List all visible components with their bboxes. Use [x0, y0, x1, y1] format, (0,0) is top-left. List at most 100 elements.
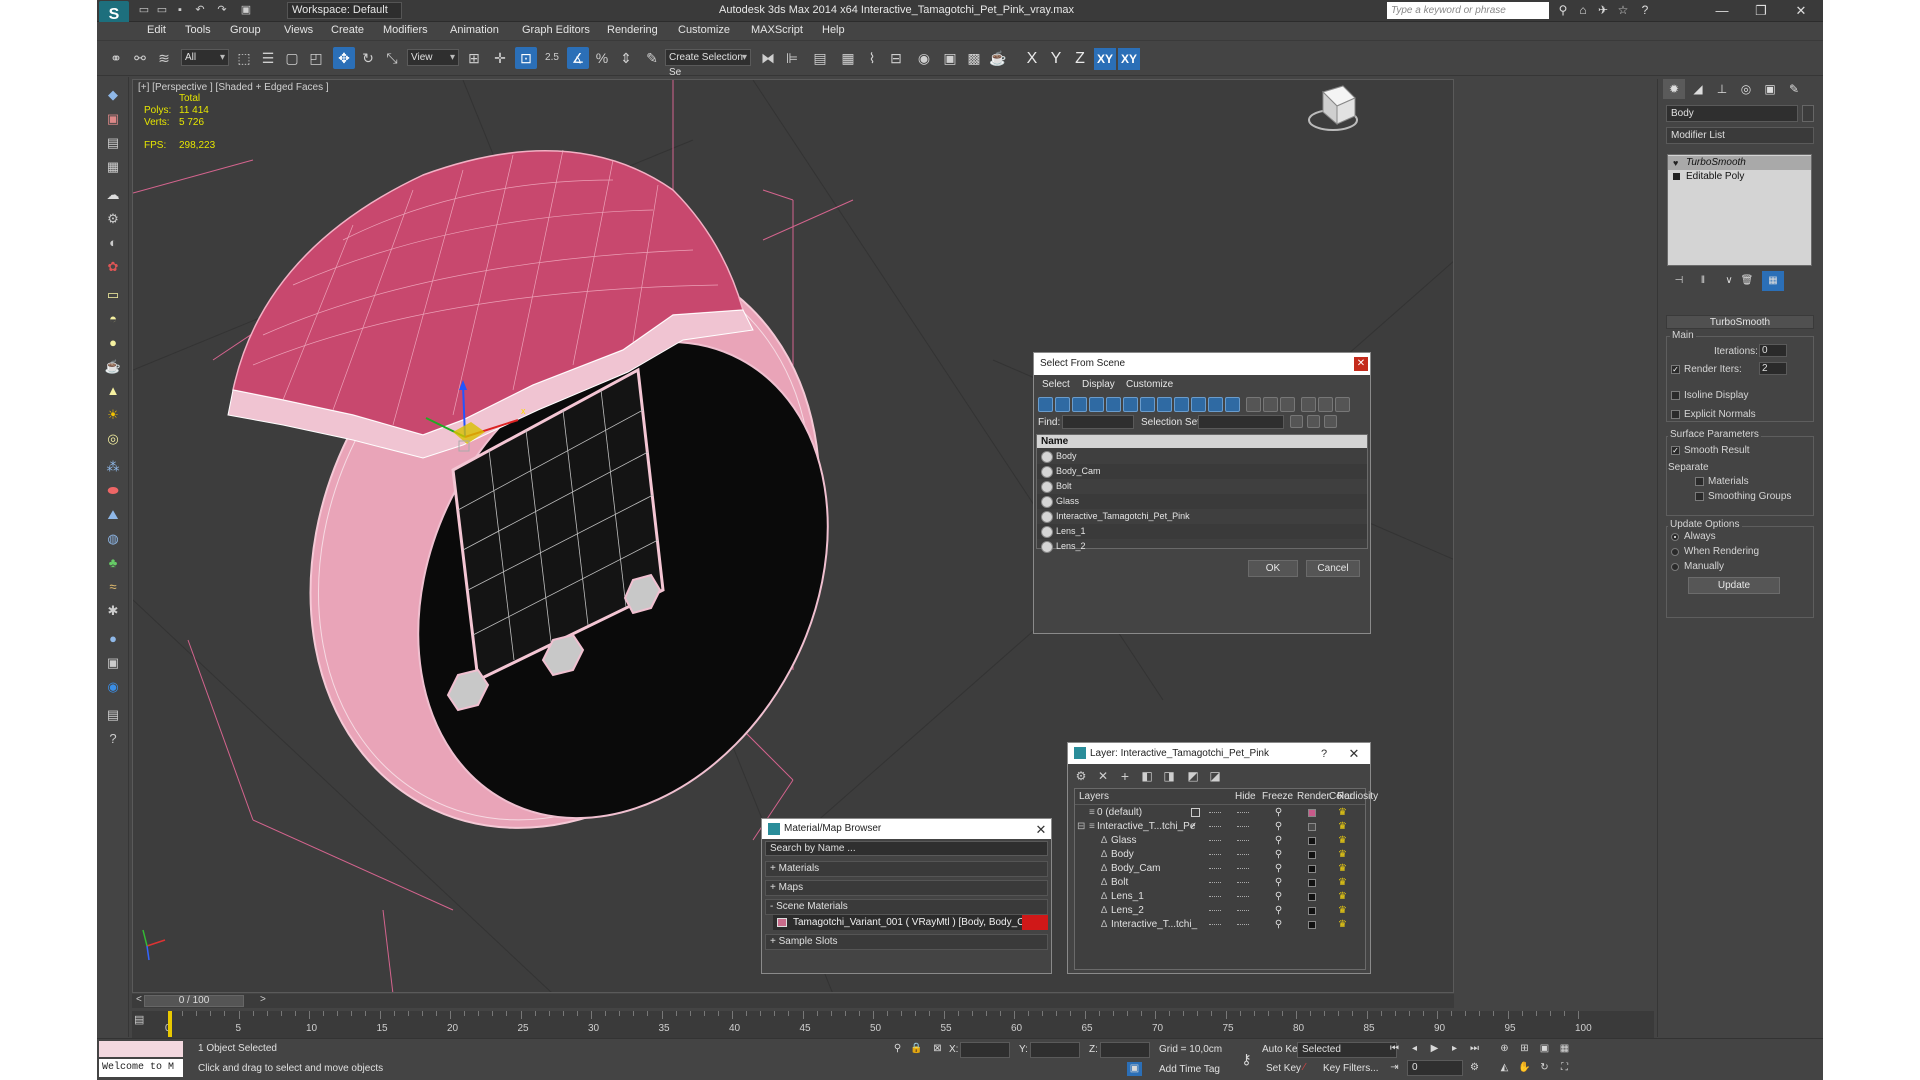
axis-y-button[interactable]: Y	[1045, 48, 1067, 70]
show-end-result-icon[interactable]: ‖	[1692, 271, 1714, 291]
strip-icon-8[interactable]: ✿	[103, 257, 123, 277]
play-icon[interactable]: ▶	[1427, 1042, 1442, 1056]
strip-icon-7[interactable]: ◐	[103, 233, 123, 253]
plant-icon[interactable]: ♣	[103, 553, 123, 573]
axis-xy-cycle-button[interactable]: XY	[1118, 48, 1140, 70]
add-to-layer-icon[interactable]: +	[1116, 767, 1134, 785]
motion-tab-icon[interactable]: ◎	[1735, 79, 1757, 99]
axis-x-button[interactable]: X	[1021, 48, 1043, 70]
angle-snap-icon[interactable]: ∡	[567, 47, 589, 69]
stack-expand-icon[interactable]	[1673, 173, 1680, 180]
smooth-result-checkbox[interactable]: ✓	[1671, 446, 1680, 455]
stack-bulb-icon[interactable]: ♥	[1673, 158, 1678, 168]
list-item[interactable]: Glass	[1037, 494, 1367, 509]
select-by-name-icon[interactable]: ☰	[257, 47, 279, 69]
set-key-button[interactable]: Set Key	[1266, 1063, 1301, 1074]
key-mode-toggle-icon[interactable]: ⇥	[1387, 1061, 1402, 1075]
edit-set-icon[interactable]	[1307, 415, 1320, 428]
select-manipulate-icon[interactable]: ✛	[489, 47, 511, 69]
plane-icon[interactable]: ▭	[103, 285, 123, 305]
filter-containers-icon[interactable]	[1191, 397, 1206, 412]
select-rotate-icon[interactable]: ↻	[357, 47, 379, 69]
freeze-all-icon[interactable]: ◪	[1206, 767, 1224, 785]
abs-rel-toggle-icon[interactable]: ⊠	[930, 1042, 945, 1056]
cone-icon[interactable]: ▲	[103, 381, 123, 401]
select-dialog-close-icon[interactable]: ✕	[1354, 357, 1368, 371]
remove-modifier-icon[interactable]: 🗑	[1736, 271, 1758, 291]
perspective-viewport[interactable]: x [+] [Perspective ] [Shaded + Edged Fac…	[132, 79, 1454, 993]
fov-icon[interactable]: ◭	[1497, 1061, 1512, 1075]
key-mode-dropdown[interactable]: Selected	[1297, 1042, 1397, 1058]
bind-spacewarp-icon[interactable]: ≋	[153, 47, 175, 69]
axis-xy-button[interactable]: XY	[1094, 48, 1116, 70]
favorites-icon[interactable]: ☆	[1615, 3, 1631, 18]
select-in-layer-icon[interactable]: ◧	[1138, 767, 1156, 785]
maxscript-mini-listener[interactable]: Welcome to M	[99, 1059, 183, 1077]
rendered-frame-icon[interactable]: ▩	[963, 47, 985, 69]
col-freeze[interactable]: Freeze	[1262, 791, 1293, 802]
rect-selection-icon[interactable]: ▢	[281, 47, 303, 69]
menu-graph-editors[interactable]: Graph Editors	[522, 24, 590, 36]
key-icon[interactable]: ⚷	[1239, 1052, 1254, 1066]
scene-materials-section[interactable]: - Scene Materials	[765, 899, 1048, 915]
selection-set-dropdown[interactable]	[1198, 415, 1284, 429]
zoom-icon[interactable]: ⊕	[1497, 1042, 1512, 1056]
create-set-icon[interactable]	[1290, 415, 1303, 428]
link-icon[interactable]: ⚭	[105, 47, 127, 69]
mini-curve-editor-icon[interactable]: ▤	[134, 1013, 150, 1027]
new-file-icon[interactable]: ▭	[137, 3, 151, 17]
zoom-all-icon[interactable]: ⊞	[1517, 1042, 1532, 1056]
layer-dialog-close-icon[interactable]: ✕	[1345, 745, 1363, 763]
update-manually-radio[interactable]	[1671, 563, 1679, 571]
filter-lights-icon[interactable]	[1072, 397, 1087, 412]
object-name-field[interactable]: Body	[1666, 105, 1798, 122]
layer-row[interactable]: Bolt ∆ ⚲ ♛	[1075, 876, 1365, 890]
x-coord-field[interactable]	[960, 1042, 1010, 1058]
sun-icon[interactable]: ☀	[103, 405, 123, 425]
maps-section[interactable]: + Maps	[765, 880, 1048, 896]
menu-animation[interactable]: Animation	[450, 24, 499, 36]
minimize-icon[interactable]: —	[1702, 0, 1742, 22]
filter-spacewarps-icon[interactable]	[1123, 397, 1138, 412]
help-circle-icon[interactable]: ?	[103, 729, 123, 749]
save-file-icon[interactable]: ▪	[173, 3, 187, 17]
create-layer-icon[interactable]: ⚙	[1072, 767, 1090, 785]
hair-icon[interactable]: ≈	[103, 577, 123, 597]
list-item[interactable]: Bolt	[1037, 479, 1367, 494]
key-filter-icon[interactable]: ⁄	[1297, 1061, 1312, 1075]
current-frame-marker[interactable]	[168, 1011, 172, 1037]
key-filters-button[interactable]: Key Filters...	[1323, 1063, 1379, 1074]
separate-smoothing-checkbox[interactable]	[1695, 492, 1704, 501]
delete-set-icon[interactable]	[1324, 415, 1337, 428]
select-object-icon[interactable]: ⬚	[233, 47, 255, 69]
percent-snap-icon[interactable]: %	[591, 47, 613, 69]
layer-row[interactable]: Glass ∆ ⚲ ♛	[1075, 834, 1365, 848]
selection-filter-dropdown[interactable]: All	[181, 49, 229, 66]
layer-row[interactable]: Interactive_T...tchi_ ∆ ⚲ ♛	[1075, 918, 1365, 932]
strip-icon-1[interactable]: ◆	[103, 85, 123, 105]
layer-dialog-help-icon[interactable]: ?	[1315, 745, 1333, 763]
select-move-icon[interactable]: ✥	[333, 47, 355, 69]
hide-all-icon[interactable]: ◩	[1184, 767, 1202, 785]
render-icon[interactable]: ▣	[103, 653, 123, 673]
layer-row[interactable]: Lens_2 ∆ ⚲ ♛	[1075, 904, 1365, 918]
y-coord-field[interactable]	[1030, 1042, 1080, 1058]
menu-maxscript[interactable]: MAXScript	[751, 24, 803, 36]
hold-icon[interactable]: ▣	[239, 3, 253, 17]
torus-icon[interactable]: ◎	[103, 429, 123, 449]
strip-icon-6[interactable]: ⚙	[103, 209, 123, 229]
update-rendering-radio[interactable]	[1671, 548, 1679, 556]
highlight-layer-icon[interactable]: ◨	[1160, 767, 1178, 785]
delete-layer-icon[interactable]: ✕	[1094, 767, 1112, 785]
search-input[interactable]: Type a keyword or phrase	[1387, 2, 1549, 19]
render-iters-spinner[interactable]: 2	[1759, 362, 1787, 375]
filter-hidden-icon[interactable]	[1225, 397, 1240, 412]
curve-editor-icon[interactable]: ⌇	[861, 47, 883, 69]
menu-tools[interactable]: Tools	[185, 24, 211, 36]
goto-end-icon[interactable]: ⏭	[1467, 1042, 1482, 1056]
material-search-input[interactable]: Search by Name ...	[765, 841, 1048, 856]
filter-frozen-icon[interactable]	[1208, 397, 1223, 412]
object-color-swatch[interactable]	[1802, 105, 1814, 122]
keyboard-shortcut-icon[interactable]: ⊡	[515, 47, 537, 69]
layer-row[interactable]: 0 (default) ≡ ⚲ ♛	[1075, 806, 1365, 820]
